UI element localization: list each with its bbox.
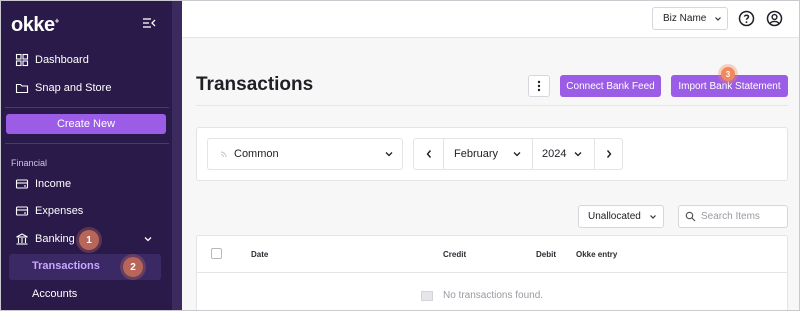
year-select[interactable]: 2024	[542, 139, 594, 169]
chevron-down-icon	[715, 16, 722, 21]
chevron-down-icon[interactable]	[143, 234, 153, 244]
sidebar-sub-item-transactions[interactable]: Transactions	[32, 260, 100, 272]
sidebar-item-snap-and-store[interactable]: Snap and Store	[15, 78, 111, 98]
sidebar-item-label: Snap and Store	[35, 82, 112, 94]
allocation-filter-value: Unallocated	[588, 211, 641, 222]
next-period-button[interactable]	[595, 139, 623, 169]
column-header-credit[interactable]: Credit	[443, 250, 466, 259]
title-divider	[196, 105, 788, 106]
bank-icon	[16, 233, 28, 245]
search-icon	[685, 211, 696, 222]
empty-state: No transactions found.	[421, 290, 543, 301]
empty-tray-icon	[421, 290, 433, 301]
empty-message: No transactions found.	[443, 290, 544, 301]
period-selector: February 2024	[413, 138, 623, 170]
sidebar-item-expenses[interactable]: Expenses	[15, 201, 83, 221]
step-badge: 1	[79, 230, 99, 250]
more-options-button[interactable]	[528, 75, 550, 97]
select-all-checkbox[interactable]	[211, 248, 222, 259]
sidebar-item-label: Banking	[35, 233, 75, 245]
feed-icon	[220, 151, 227, 158]
sidebar-item-income[interactable]: Income	[15, 174, 71, 194]
chevron-right-icon	[606, 150, 612, 158]
sidebar-item-label: Dashboard	[35, 54, 89, 66]
sidebar-scroll-edge	[172, 1, 182, 310]
segment-divider	[532, 139, 533, 169]
okke-logo[interactable]: okke+	[11, 14, 59, 37]
section-label-financial: Financial	[11, 158, 48, 168]
step-badge: 2	[123, 257, 143, 277]
year-value: 2024	[542, 148, 567, 160]
column-header-debit[interactable]: Debit	[536, 250, 556, 259]
sidebar-item-dashboard[interactable]: Dashboard	[15, 50, 89, 70]
category-value: Common	[234, 148, 279, 160]
business-name: Biz Name	[663, 13, 707, 24]
receipt-icon	[15, 179, 29, 189]
sidebar-sub-item-accounts[interactable]: Accounts	[32, 288, 77, 300]
column-header-date[interactable]: Date	[251, 250, 268, 259]
app-window: okke+ Dashboard Snap and Store Create Ne…	[0, 0, 800, 311]
kebab-icon	[537, 80, 541, 92]
month-value: February	[454, 148, 499, 160]
business-selector[interactable]: Biz Name	[652, 7, 728, 30]
connect-bank-feed-button[interactable]: Connect Bank Feed	[560, 75, 661, 97]
help-icon[interactable]	[738, 10, 755, 27]
sidebar: okke+ Dashboard Snap and Store Create Ne…	[1, 1, 172, 310]
chevron-left-icon	[426, 150, 431, 158]
grid-icon	[15, 53, 29, 67]
logo-text: okke	[11, 14, 55, 36]
receipt-icon	[15, 206, 29, 216]
search-input[interactable]	[701, 211, 786, 222]
month-select[interactable]: February	[454, 139, 530, 169]
allocation-filter-select[interactable]: Unallocated	[578, 205, 664, 228]
collapse-sidebar-icon[interactable]	[141, 15, 157, 31]
category-select[interactable]: Common	[207, 138, 403, 170]
search-box[interactable]	[678, 205, 788, 228]
sidebar-divider	[5, 107, 169, 108]
previous-period-button[interactable]	[414, 139, 443, 169]
column-header-okke-entry[interactable]: Okke entry	[576, 250, 617, 259]
logo-mark: +	[54, 16, 60, 26]
sidebar-divider	[5, 143, 169, 144]
table-header	[197, 236, 787, 273]
user-icon[interactable]	[766, 10, 783, 27]
page-title: Transactions	[196, 74, 314, 95]
chevron-down-icon	[513, 152, 521, 157]
chevron-down-icon	[649, 214, 656, 219]
sidebar-item-label: Income	[35, 178, 72, 190]
sidebar-item-banking[interactable]: Banking	[15, 229, 75, 249]
sidebar-item-label: Expenses	[35, 205, 84, 217]
chevron-down-icon	[574, 152, 582, 157]
create-new-button[interactable]: Create New	[6, 114, 166, 134]
segment-divider	[443, 139, 444, 169]
step-badge: 3	[721, 67, 735, 81]
folder-icon	[15, 83, 29, 94]
chevron-down-icon	[385, 152, 393, 157]
